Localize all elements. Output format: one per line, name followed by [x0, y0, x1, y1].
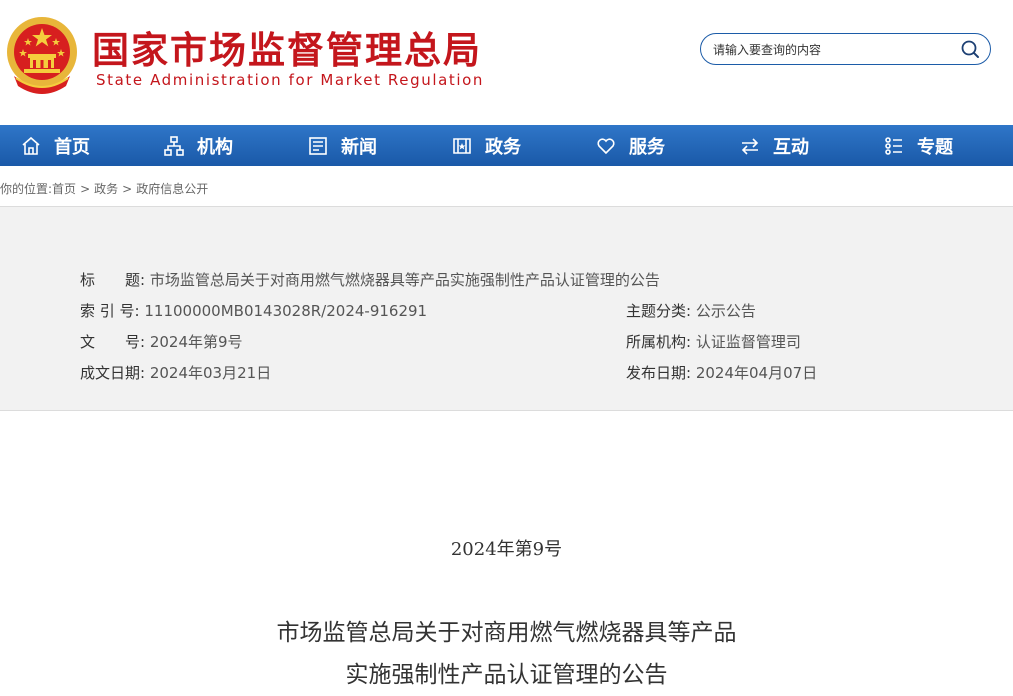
breadcrumb-separator: >	[80, 182, 91, 196]
nav-item-home[interactable]: 首页	[20, 125, 90, 166]
breadcrumb-info-disclosure[interactable]: 政府信息公开	[136, 182, 208, 196]
breadcrumb-separator: >	[122, 182, 133, 196]
info-pubdate-row: 发布日期: 2024年04月07日	[626, 362, 817, 383]
nav-label: 机构	[197, 136, 233, 158]
info-topic-value: 公示公告	[695, 302, 756, 320]
info-title-value: 市场监管总局关于对商用燃气燃烧器具等产品实施强制性产品认证管理的公告	[149, 271, 660, 289]
article-title: 市场监管总局关于对商用燃气燃烧器具等产品 实施强制性产品认证管理的公告	[0, 612, 1013, 696]
nav-item-organization[interactable]: 机构	[163, 125, 233, 166]
article-doc-number: 2024年第9号	[450, 539, 563, 560]
site-title[interactable]: 国家市场监督管理总局	[92, 20, 482, 74]
national-emblem-icon[interactable]	[4, 14, 80, 98]
nav-label: 服务	[629, 136, 665, 158]
search-box	[700, 33, 991, 65]
info-topic-row: 主题分类: 公示公告	[626, 300, 756, 321]
document-info-panel: 标 题: 市场监管总局关于对商用燃气燃烧器具等产品实施强制性产品认证管理的公告 …	[0, 206, 1013, 411]
site-header: 国家市场监督管理总局 State Administration for Mark…	[0, 0, 1013, 125]
info-org-label: 所属机构:	[626, 333, 692, 351]
info-date-row: 成文日期: 2024年03月21日	[80, 362, 271, 383]
search-icon[interactable]	[960, 39, 980, 59]
info-title-row: 标 题: 市场监管总局关于对商用燃气燃烧器具等产品实施强制性产品认证管理的公告	[80, 269, 660, 290]
info-docnum-row: 文 号: 2024年第9号	[80, 331, 243, 352]
heart-icon	[597, 137, 615, 154]
breadcrumb-government-affairs[interactable]: 政务	[94, 182, 118, 196]
exchange-arrows-icon	[741, 137, 759, 155]
nav-label: 首页	[54, 136, 90, 158]
info-date-value: 2024年03月21日	[149, 364, 272, 382]
nav-label: 新闻	[341, 136, 377, 158]
nav-item-services[interactable]: 服务	[595, 125, 665, 166]
nav-item-government-affairs[interactable]: 政务	[451, 125, 521, 166]
info-docnum-label: 文 号:	[80, 333, 146, 351]
info-pubdate-label: 发布日期:	[626, 364, 692, 382]
site-title-english: State Administration for Market Regulati…	[96, 71, 485, 89]
info-org-value: 认证监督管理司	[695, 333, 801, 351]
info-org-row: 所属机构: 认证监督管理司	[626, 331, 801, 352]
nav-item-news[interactable]: 新闻	[307, 125, 377, 166]
breadcrumb-prefix: 你的位置:	[0, 182, 53, 196]
newspaper-icon	[309, 136, 327, 155]
home-icon	[22, 136, 40, 155]
topic-list-icon	[885, 136, 902, 155]
info-title-label: 标 题:	[80, 271, 146, 289]
org-chart-icon	[164, 135, 184, 156]
main-nav: 首页 机构 新闻 政务 服务 互动 专题	[0, 125, 1013, 166]
info-docnum-value: 2024年第9号	[149, 333, 243, 351]
nav-label: 互动	[773, 136, 809, 158]
nav-item-interaction[interactable]: 互动	[739, 125, 809, 166]
info-index-row: 索 引 号: 11100000MB0143028R/2024-916291	[80, 300, 427, 321]
info-index-value: 11100000MB0143028R/2024-916291	[144, 302, 428, 320]
search-input[interactable]	[711, 39, 950, 61]
article-title-line-2: 实施强制性产品认证管理的公告	[345, 662, 668, 688]
info-index-label: 索 引 号:	[80, 302, 140, 320]
nav-label: 专题	[917, 136, 953, 158]
government-icon	[453, 137, 471, 154]
article-title-line-1: 市场监管总局关于对商用燃气燃烧器具等产品	[276, 620, 737, 646]
info-topic-label: 主题分类:	[626, 302, 692, 320]
nav-label: 政务	[485, 136, 521, 158]
info-date-label: 成文日期:	[80, 364, 146, 382]
nav-item-topics[interactable]: 专题	[883, 125, 953, 166]
breadcrumb-home[interactable]: 首页	[52, 182, 76, 196]
breadcrumb: 你的位置:首页 > 政务 > 政府信息公开	[0, 180, 208, 197]
info-pubdate-value: 2024年04月07日	[695, 364, 818, 382]
